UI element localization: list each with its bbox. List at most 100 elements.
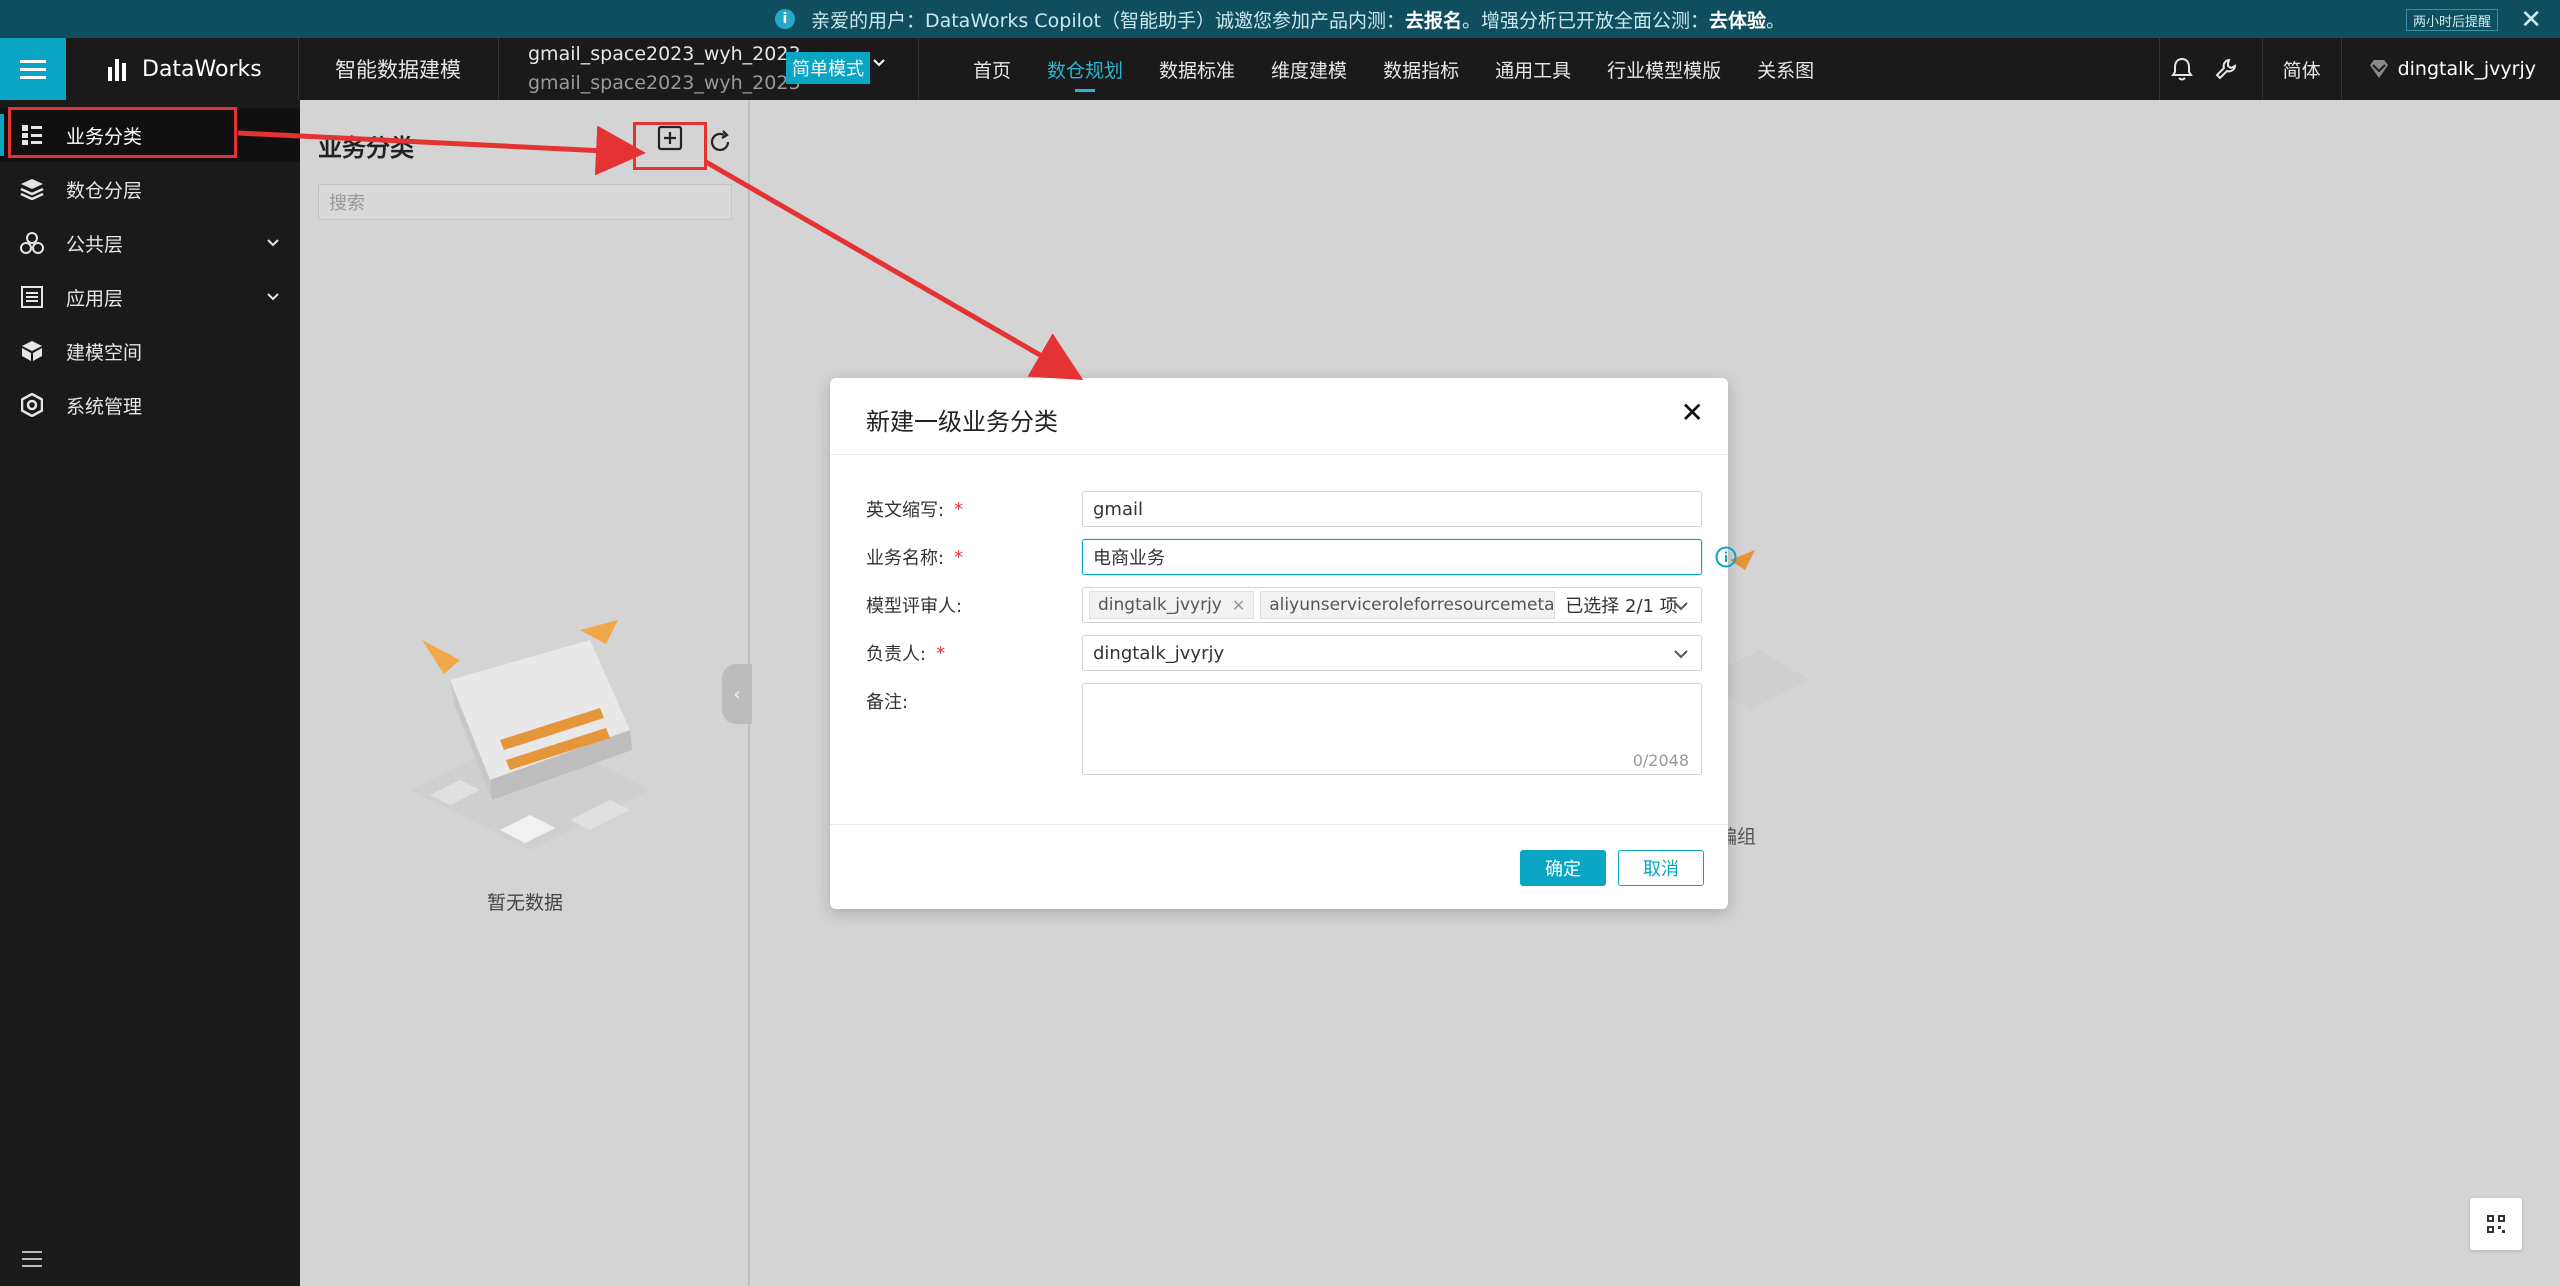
dialog-header: 新建一级业务分类 ✕	[830, 378, 1728, 455]
sidebar: 业务分类 数仓分层 公共层 应用层 建模空间 系统管理	[0, 100, 300, 1286]
header-actions: 简体 dingtalk_jvyrjy	[2158, 38, 2560, 100]
nav-dimension-modeling[interactable]: 维度建模	[1253, 38, 1365, 100]
divider	[498, 38, 499, 100]
sidebar-item-label: 公共层	[66, 233, 124, 256]
notice-text-end: 。	[1766, 9, 1786, 32]
owner-label-text: 负责人:	[866, 644, 927, 665]
wrench-icon[interactable]	[2204, 38, 2248, 100]
required-mark: *	[936, 642, 946, 664]
chevron-down-icon[interactable]	[872, 56, 886, 70]
divider	[2261, 38, 2263, 100]
announcement-bar: i 亲爱的用户：DataWorks Copilot（智能助手）诚邀您参加产品内测…	[0, 0, 2560, 38]
user-menu[interactable]: dingtalk_jvyrjy	[2342, 58, 2560, 80]
nav-relationship-graph[interactable]: 关系图	[1739, 38, 1832, 100]
top-header: DataWorks 智能数据建模 gmail_space2023_wyh_202…	[0, 38, 2560, 100]
selected-count: 已选择 2/1 项	[1565, 596, 1678, 617]
dataworks-logo[interactable]: DataWorks	[108, 38, 262, 100]
info-icon: i	[774, 9, 795, 29]
name-label: 业务名称: *	[866, 539, 963, 575]
required-mark: *	[954, 498, 964, 520]
abbr-input[interactable]: gmail	[1082, 491, 1702, 527]
remove-tag-icon[interactable]: ✕	[1232, 596, 1245, 615]
remark-textarea[interactable]: 0/2048	[1082, 683, 1702, 775]
create-category-dialog: 新建一级业务分类 ✕ 英文缩写: * gmail 业务名称: * 电商业务 模型评审…	[830, 378, 1737, 909]
sidebar-item-app-layer[interactable]: 应用层	[0, 270, 300, 324]
close-icon[interactable]: ✕	[1681, 396, 1704, 429]
divider	[918, 38, 919, 100]
abbr-label: 英文缩写: *	[866, 491, 963, 527]
chevron-down-icon[interactable]	[1673, 598, 1689, 614]
confirm-button[interactable]: 确定	[1520, 850, 1606, 886]
sidebar-item-label: 系统管理	[66, 395, 143, 418]
layers-icon	[20, 177, 44, 201]
main-nav: 首页 数仓规划 数据标准 维度建模 数据指标 通用工具 行业模型模版 关系图	[955, 38, 1832, 100]
chevron-down-icon[interactable]	[266, 290, 280, 304]
diamond-avatar-icon	[2369, 60, 2388, 78]
remind-later-button[interactable]: 两小时后提醒	[2405, 9, 2498, 31]
hexagon-settings-icon	[20, 393, 44, 417]
product-name[interactable]: 智能数据建模	[335, 38, 461, 100]
collapse-panel-handle[interactable]: ‹	[722, 664, 752, 724]
workspace-selector[interactable]: gmail_space2023_wyh_2023 gmail_space2023…	[528, 40, 801, 98]
cube-icon	[20, 339, 44, 363]
reviewer-tag: dingtalk_jvyrjy ✕	[1089, 591, 1255, 619]
cancel-button[interactable]: 取消	[1618, 850, 1704, 886]
remark-label: 备注:	[866, 692, 909, 713]
refresh-icon[interactable]	[708, 130, 732, 154]
qr-code-icon[interactable]	[2470, 1198, 2522, 1250]
annotation-highlight-box	[633, 122, 707, 170]
reviewer-tag: aliyunserviceroleforresourcemetacenter	[1260, 591, 1556, 619]
empty-state-illustration	[410, 620, 650, 850]
info-icon[interactable]	[1715, 546, 1737, 568]
reviewer-tag-text: aliyunserviceroleforresourcemetacenter	[1269, 595, 1555, 615]
reviewer-tag-text: dingtalk_jvyrjy	[1098, 595, 1222, 615]
empty-state-text: 暂无数据	[486, 892, 563, 914]
sidebar-item-system-management[interactable]: 系统管理	[0, 378, 300, 432]
dialog-title: 新建一级业务分类	[866, 408, 1058, 436]
nav-data-standard[interactable]: 数据标准	[1141, 38, 1253, 100]
owner-label: 负责人: *	[866, 635, 945, 671]
sidebar-item-label: 应用层	[66, 287, 124, 310]
owner-select[interactable]: dingtalk_jvyrjy	[1082, 635, 1702, 671]
signup-link[interactable]: 去报名	[1405, 6, 1462, 33]
business-name-input[interactable]: 电商业务	[1082, 539, 1702, 575]
sidebar-item-modeling-space[interactable]: 建模空间	[0, 324, 300, 378]
mode-badge[interactable]: 简单模式	[786, 52, 870, 84]
notice-text-middle: 。增强分析已开放全面公测：	[1461, 9, 1709, 32]
collapse-menu-icon[interactable]	[22, 1246, 42, 1272]
sidebar-item-label: 建模空间	[66, 341, 143, 364]
reviewer-select[interactable]: dingtalk_jvyrjy ✕ aliyunserviceroleforres…	[1082, 587, 1702, 623]
chevron-down-icon[interactable]	[266, 236, 280, 250]
chevron-down-icon[interactable]	[1673, 646, 1689, 662]
owner-value: dingtalk_jvyrjy	[1093, 642, 1225, 664]
sidebar-item-label: 数仓分层	[66, 179, 143, 202]
user-name: dingtalk_jvyrjy	[2397, 58, 2536, 80]
workspace-name: gmail_space2023_wyh_2023	[528, 43, 801, 65]
hamburger-menu-icon[interactable]	[0, 38, 66, 100]
nav-common-tools[interactable]: 通用工具	[1477, 38, 1589, 100]
dialog-footer-divider	[830, 824, 1728, 825]
arrow-to-dialog	[704, 159, 1084, 381]
sidebar-item-warehouse-layer[interactable]: 数仓分层	[0, 162, 300, 216]
bell-icon[interactable]	[2160, 38, 2204, 100]
nav-warehouse-planning[interactable]: 数仓规划	[1029, 38, 1141, 100]
divider	[2340, 38, 2342, 100]
divider	[2158, 38, 2160, 100]
panel-title: 业务分类	[318, 134, 414, 162]
try-link[interactable]: 去体验	[1709, 6, 1766, 33]
category-panel: 业务分类 搜索 暂无数据	[300, 100, 750, 1286]
reviewer-label: 模型评审人:	[866, 596, 963, 617]
nav-home[interactable]: 首页	[955, 38, 1029, 100]
language-switch[interactable]: 简体	[2263, 56, 2341, 83]
nav-industry-templates[interactable]: 行业模型模版	[1589, 38, 1739, 100]
required-mark: *	[954, 546, 964, 568]
close-icon[interactable]: ✕	[2520, 5, 2542, 35]
sidebar-item-public-layer[interactable]: 公共层	[0, 216, 300, 270]
logo-text: DataWorks	[142, 56, 262, 82]
search-input[interactable]: 搜索	[318, 184, 732, 220]
cubes-icon	[20, 231, 44, 255]
nav-data-metrics[interactable]: 数据指标	[1365, 38, 1477, 100]
name-label-text: 业务名称:	[866, 548, 945, 569]
workspace-sub: gmail_space2023_wyh_2023	[528, 72, 801, 94]
char-counter: 0/2048	[1632, 751, 1689, 770]
